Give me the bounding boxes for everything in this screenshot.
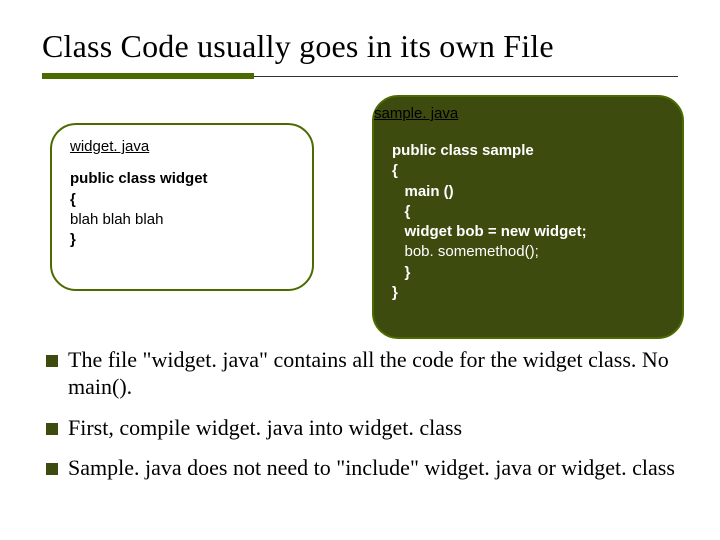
right-code: public class sample { main () { widget b…: [392, 141, 668, 303]
bullet-square-icon: [46, 423, 58, 435]
bullet-text: Sample. java does not need to "include" …: [68, 455, 678, 482]
bullet-square-icon: [46, 463, 58, 475]
left-code: public class widget { blah blah blah }: [70, 169, 298, 250]
left-box-filename: widget. java: [70, 137, 298, 157]
slide-title: Class Code usually goes in its own File: [42, 28, 678, 65]
slide: Class Code usually goes in its own File …: [0, 0, 720, 540]
bullet-list: The file "widget. java" contains all the…: [46, 347, 678, 482]
right-box-filename-outer: sample. java: [374, 105, 458, 122]
code-line: main (): [392, 183, 454, 200]
code-line: {: [392, 203, 410, 220]
bullet-square-icon: [46, 355, 58, 367]
code-box-right: public class sample { main () { widget b…: [372, 95, 684, 339]
title-underline: [42, 71, 678, 81]
code-line: bob. somemethod();: [392, 243, 539, 260]
code-line: public class widget: [70, 170, 208, 187]
code-line: }: [392, 264, 410, 281]
underline-thick: [42, 73, 254, 79]
bullet-text: The file "widget. java" contains all the…: [68, 347, 678, 401]
code-line: {: [392, 162, 398, 179]
bullet-text: First, compile widget. java into widget.…: [68, 415, 678, 442]
code-line: public class sample: [392, 142, 534, 159]
bullet-item: The file "widget. java" contains all the…: [46, 347, 678, 401]
code-line: }: [392, 284, 398, 301]
code-line: }: [70, 231, 76, 248]
bullet-item: First, compile widget. java into widget.…: [46, 415, 678, 442]
code-box-left: widget. java public class widget { blah …: [50, 123, 314, 291]
code-line: widget bob = new widget;: [392, 223, 587, 240]
code-line: blah blah blah: [70, 211, 163, 228]
bullet-item: Sample. java does not need to "include" …: [46, 455, 678, 482]
code-line: {: [70, 191, 76, 208]
code-area: sample. java public class sample { main …: [42, 95, 678, 343]
